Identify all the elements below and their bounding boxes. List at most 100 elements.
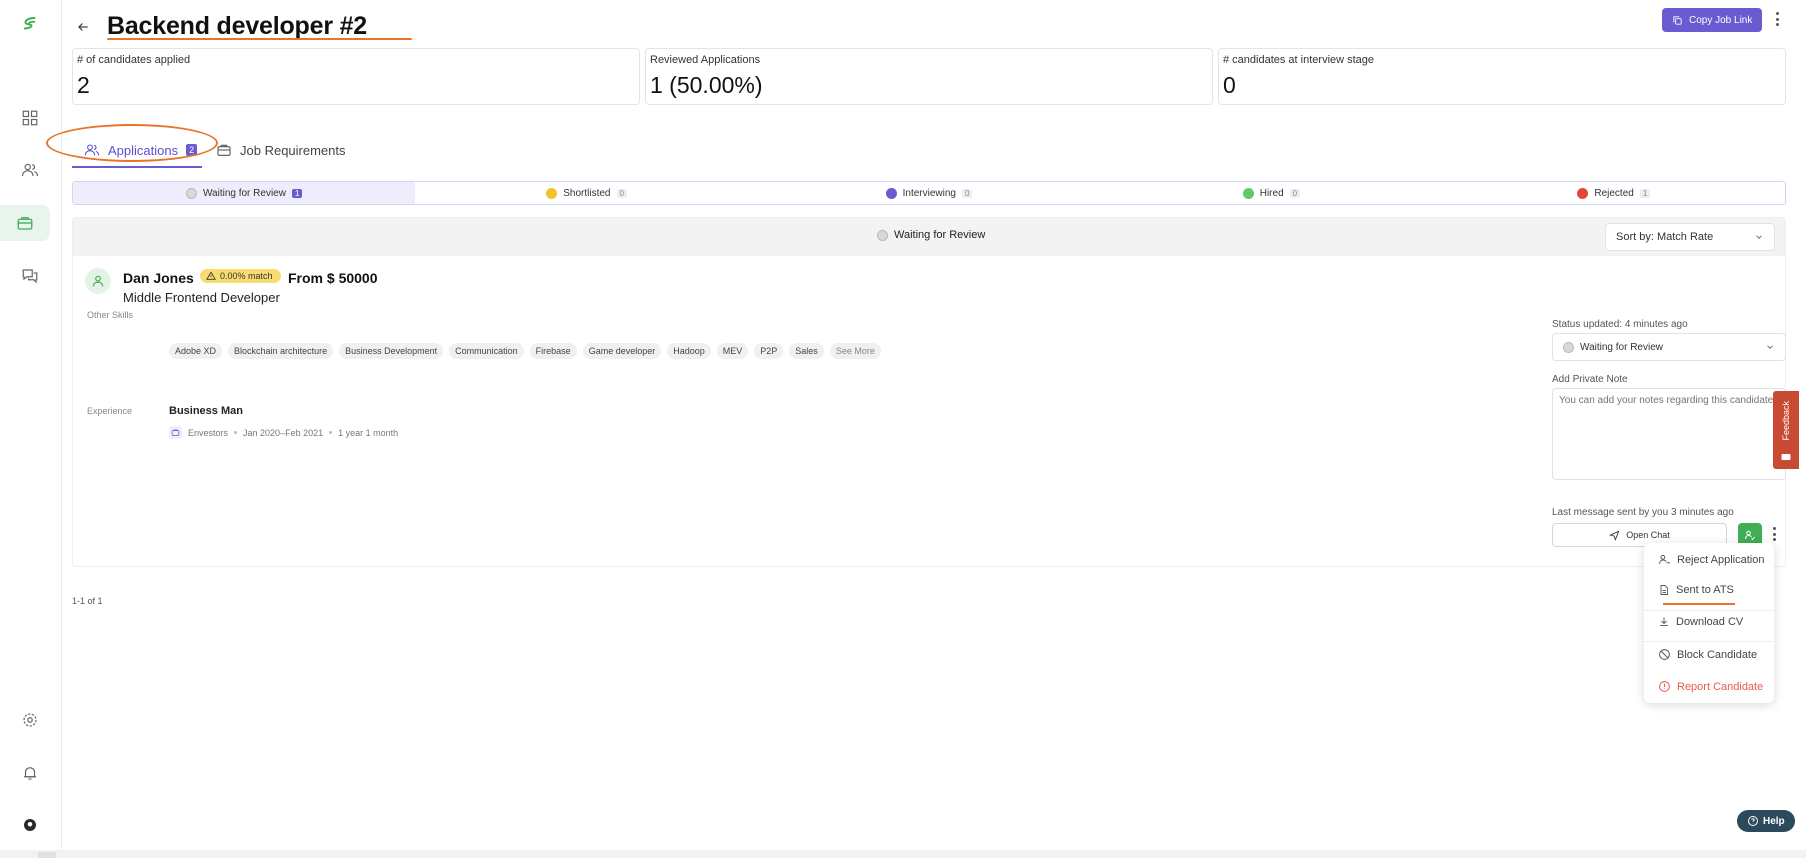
skill-tag: Blockchain architecture bbox=[228, 343, 334, 359]
status-filter-rejected[interactable]: Rejected 1 bbox=[1443, 182, 1785, 204]
alert-circle-icon bbox=[1659, 681, 1670, 692]
menu-item-sent-to-ats[interactable]: Sent to ATS bbox=[1658, 584, 1734, 596]
experience-duration: 1 year 1 month bbox=[338, 427, 399, 438]
status-filter-label: Shortlisted bbox=[563, 187, 611, 199]
status-filter-shortlisted[interactable]: Shortlisted 0 bbox=[415, 182, 757, 204]
separator-dot bbox=[329, 431, 333, 434]
tab-applications-label: Applications bbox=[108, 142, 179, 158]
menu-item-label: Reject Application bbox=[1677, 553, 1765, 566]
experience-meta: Envestors Jan 2020–Feb 2021 1 year 1 mon… bbox=[169, 426, 398, 439]
menu-item-block-candidate[interactable]: Block Candidate bbox=[1658, 648, 1757, 661]
experience-title: Business Man bbox=[169, 405, 243, 417]
status-filter-waiting[interactable]: Waiting for Review 1 bbox=[73, 182, 416, 204]
menu-item-report-candidate[interactable]: Report Candidate bbox=[1658, 680, 1763, 693]
copy-job-link-label: Copy Job Link bbox=[1689, 14, 1753, 26]
stat-label: Reviewed Applications bbox=[650, 54, 761, 66]
status-filter-count: 0 bbox=[616, 188, 627, 198]
status-dot bbox=[185, 187, 197, 199]
company-icon bbox=[169, 426, 182, 439]
private-note-field[interactable] bbox=[1552, 388, 1786, 480]
status-filter-label: Waiting for Review bbox=[202, 187, 286, 199]
briefcase-icon bbox=[217, 144, 231, 156]
candidate-name[interactable]: Dan Jones bbox=[123, 270, 194, 286]
menu-item-label: Report Candidate bbox=[1677, 680, 1764, 693]
tab-job-requirements[interactable]: Job Requirements bbox=[216, 138, 346, 162]
menu-item-label: Download CV bbox=[1676, 616, 1744, 628]
page-title: Backend developer #2 bbox=[107, 12, 368, 40]
group-header: Waiting for Review bbox=[877, 229, 985, 241]
status-filter-label: Rejected bbox=[1594, 187, 1634, 199]
stat-label: # candidates at interview stage bbox=[1223, 54, 1375, 66]
candidate-avatar bbox=[85, 268, 111, 294]
user-check-icon bbox=[1745, 530, 1755, 541]
other-skills-label: Other Skills bbox=[87, 310, 134, 320]
skill-tag: P2P bbox=[754, 343, 784, 359]
notifications-icon[interactable] bbox=[12, 755, 48, 791]
see-more-skills-button[interactable]: See More bbox=[829, 343, 881, 359]
candidate-role: Middle Frontend Developer bbox=[123, 290, 280, 305]
skill-tag: Adobe XD bbox=[169, 343, 223, 359]
tab-applications[interactable]: Applications 2 bbox=[84, 138, 198, 162]
user-avatar-icon[interactable] bbox=[12, 807, 48, 843]
jobs-icon[interactable] bbox=[0, 205, 50, 241]
status-dropdown-value: Waiting for Review bbox=[1580, 341, 1663, 353]
candidates-icon[interactable] bbox=[12, 152, 48, 188]
status-filter-label: Hired bbox=[1259, 187, 1284, 199]
status-filter-count: 0 bbox=[1289, 188, 1301, 198]
menu-item-label: Block Candidate bbox=[1677, 648, 1758, 661]
stat-card-reviewed: Reviewed Applications 1 (50.00%) bbox=[645, 48, 1213, 105]
stat-card-applied: # of candidates applied 2 bbox=[72, 48, 640, 105]
status-filter-count: 0 bbox=[961, 188, 973, 198]
skills-list: Adobe XD Blockchain architecture Busines… bbox=[169, 343, 881, 359]
logo-icon[interactable] bbox=[12, 6, 48, 42]
document-icon bbox=[1660, 585, 1668, 595]
feedback-label: Feedback bbox=[1781, 401, 1791, 441]
menu-item-label: Sent to ATS bbox=[1676, 584, 1734, 596]
experience-company: Envestors bbox=[188, 427, 229, 438]
header-more-icon[interactable] bbox=[1770, 10, 1784, 28]
feedback-tab[interactable]: Feedback bbox=[1773, 391, 1799, 469]
settings-icon[interactable] bbox=[12, 702, 48, 738]
chevron-down-icon bbox=[1767, 345, 1773, 349]
candidate-more-icon[interactable] bbox=[1768, 525, 1780, 543]
status-filter-hired[interactable]: Hired 0 bbox=[1100, 182, 1442, 204]
block-icon bbox=[1659, 649, 1670, 660]
active-tab-indicator bbox=[72, 166, 202, 168]
menu-item-download-cv[interactable]: Download CV bbox=[1658, 616, 1743, 628]
menu-divider bbox=[1644, 641, 1774, 642]
scroll-handle[interactable] bbox=[38, 852, 56, 858]
match-badge: 0.00% match bbox=[200, 269, 281, 283]
tab-job-requirements-label: Job Requirements bbox=[240, 142, 346, 158]
skill-tag: MEV bbox=[716, 343, 749, 359]
copy-job-link-button[interactable]: Copy Job Link bbox=[1662, 8, 1763, 32]
back-arrow-icon[interactable] bbox=[72, 16, 94, 38]
status-dot bbox=[1577, 187, 1589, 199]
sort-select[interactable]: Sort by: Match Rate bbox=[1605, 223, 1775, 251]
messages-icon[interactable] bbox=[12, 258, 48, 294]
open-chat-label: Open Chat bbox=[1626, 530, 1670, 540]
sort-select-label: Sort by: Match Rate bbox=[1616, 231, 1714, 243]
status-dot bbox=[1563, 341, 1574, 353]
help-button[interactable]: Help bbox=[1737, 810, 1795, 832]
status-dropdown[interactable]: Waiting for Review bbox=[1552, 333, 1786, 361]
stat-value: 0 bbox=[1223, 72, 1236, 98]
stat-label: # of candidates applied bbox=[77, 54, 191, 66]
dashboard-icon[interactable] bbox=[12, 100, 48, 136]
users-icon bbox=[84, 144, 100, 156]
status-filter-interviewing[interactable]: Interviewing 0 bbox=[758, 182, 1100, 204]
status-filter-label: Interviewing bbox=[902, 187, 956, 199]
skill-tag: Sales bbox=[789, 343, 824, 359]
sidebar bbox=[0, 0, 62, 858]
menu-item-reject-application[interactable]: Reject Application bbox=[1658, 553, 1764, 566]
bottom-scrollbar[interactable] bbox=[0, 850, 1806, 858]
experience-period: Jan 2020–Feb 2021 bbox=[243, 427, 324, 438]
copy-icon bbox=[1673, 15, 1682, 25]
help-label: Help bbox=[1763, 815, 1785, 827]
skill-tag: Firebase bbox=[529, 343, 577, 359]
stat-value: 1 (50.00%) bbox=[650, 72, 763, 98]
status-dot bbox=[885, 187, 897, 199]
person-icon bbox=[92, 275, 104, 287]
help-icon bbox=[1748, 816, 1758, 826]
separator-dot bbox=[234, 431, 238, 434]
candidate-actions-menu: Reject Application Sent to ATS Download … bbox=[1644, 543, 1774, 703]
